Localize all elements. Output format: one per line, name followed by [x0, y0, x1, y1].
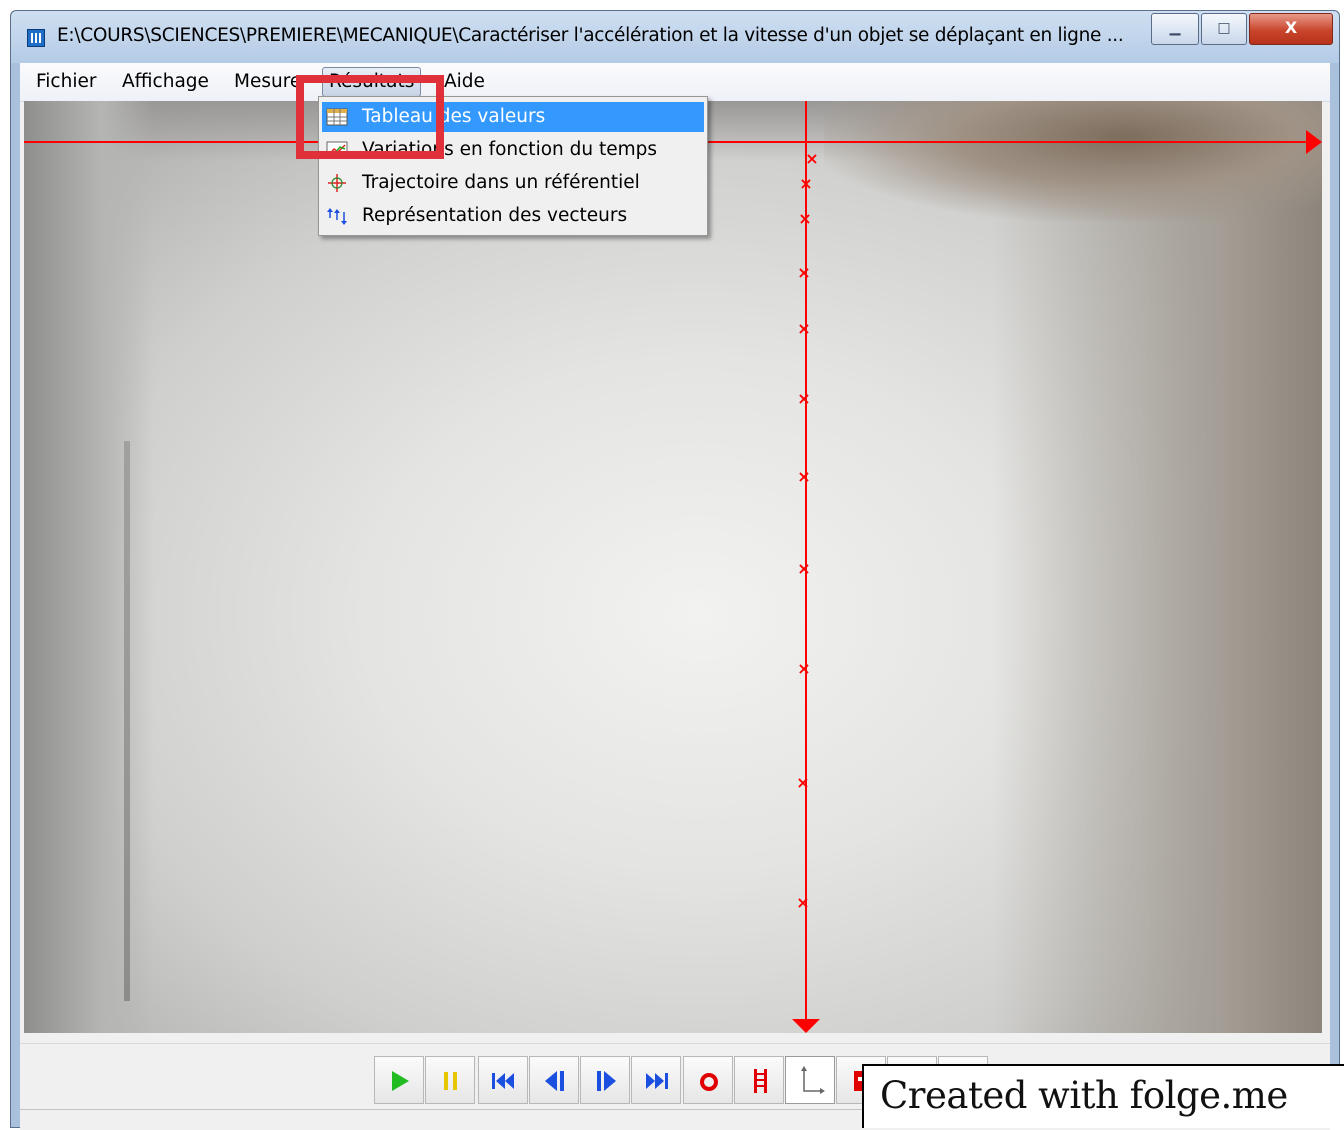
highlight-annotation	[296, 75, 444, 159]
x-axis-arrow	[1306, 130, 1322, 154]
previous-frame-icon	[545, 1071, 564, 1091]
last-frame-icon	[646, 1073, 668, 1089]
maximize-button[interactable]: □	[1201, 13, 1247, 45]
position-marker: ×	[797, 559, 810, 578]
position-marker: ×	[805, 149, 818, 168]
position-marker: ×	[796, 893, 809, 912]
menu-item-label: Trajectoire dans un référentiel	[362, 172, 640, 193]
play-icon	[392, 1071, 409, 1091]
scale-button[interactable]	[734, 1056, 784, 1104]
vectors-icon	[327, 208, 347, 225]
position-marker: ×	[798, 209, 811, 228]
axes-icon	[801, 1066, 825, 1094]
menu-item-label: Représentation des vecteurs	[362, 205, 628, 226]
next-frame-button[interactable]	[580, 1056, 630, 1104]
minimize-button[interactable]: ▁	[1151, 13, 1199, 45]
close-button[interactable]: X	[1249, 13, 1333, 45]
pause-icon	[444, 1072, 457, 1090]
menu-affichage[interactable]: Affichage	[116, 69, 215, 95]
menu-item-representation-des-vecteurs[interactable]: Représentation des vecteurs	[322, 201, 704, 231]
record-icon	[700, 1073, 718, 1091]
position-markers: × × × × × × × × × × ×	[796, 149, 818, 912]
app-icon[interactable]	[27, 29, 45, 47]
scale-icon	[754, 1069, 767, 1093]
position-marker: ×	[797, 467, 810, 486]
watermark-text: Created with folge.me	[880, 1074, 1288, 1117]
first-frame-button[interactable]	[478, 1056, 528, 1104]
position-marker: ×	[797, 263, 810, 282]
menu-aide[interactable]: Aide	[438, 69, 491, 95]
window-title: E:\COURS\SCIENCES\PREMIERE\MECANIQUE\Car…	[57, 25, 1124, 46]
axes-button[interactable]	[785, 1056, 835, 1104]
record-button[interactable]	[683, 1056, 733, 1104]
last-frame-button[interactable]	[631, 1056, 681, 1104]
title-bar[interactable]: E:\COURS\SCIENCES\PREMIERE\MECANIQUE\Car…	[11, 11, 1339, 63]
position-marker: ×	[799, 174, 812, 193]
position-marker: ×	[796, 773, 809, 792]
trajectory-icon	[328, 174, 346, 192]
first-frame-icon	[492, 1073, 514, 1089]
next-frame-icon	[597, 1071, 616, 1091]
video-frame[interactable]: × × × × × × × × × × ×	[24, 101, 1322, 1033]
reference-axes: × × × × × × × × × × ×	[24, 101, 1322, 1033]
position-marker: ×	[797, 389, 810, 408]
position-marker: ×	[797, 659, 810, 678]
previous-frame-button[interactable]	[529, 1056, 579, 1104]
y-axis-arrow	[792, 1019, 820, 1033]
watermark: Created with folge.me	[862, 1064, 1344, 1128]
position-marker: ×	[797, 319, 810, 338]
menu-fichier[interactable]: Fichier	[30, 69, 102, 95]
menu-item-trajectoire-dans-un-referentiel[interactable]: Trajectoire dans un référentiel	[322, 168, 704, 198]
play-button[interactable]	[374, 1056, 424, 1104]
pause-button[interactable]	[425, 1056, 475, 1104]
